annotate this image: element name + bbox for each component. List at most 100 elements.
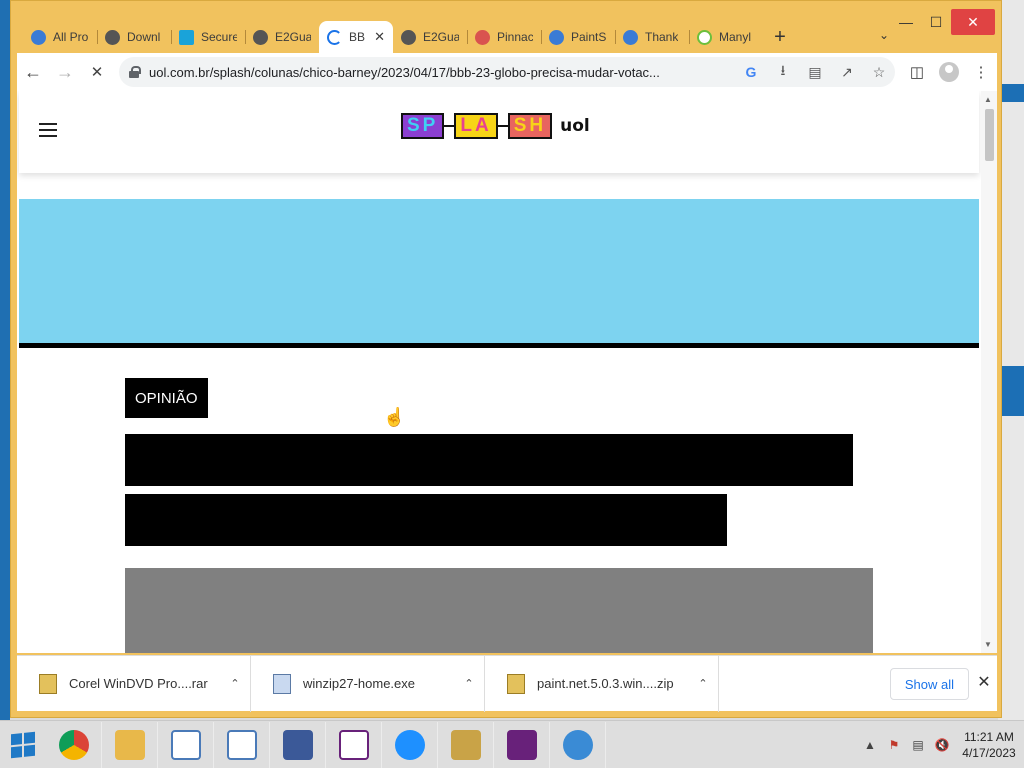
new-tab-button[interactable]: + — [763, 21, 797, 53]
tab[interactable]: Thank — [615, 21, 689, 53]
logo-letters: SP — [401, 113, 445, 139]
chevron-up-icon[interactable]: ⌃ — [220, 677, 250, 690]
hamburger-menu-icon[interactable] — [39, 123, 57, 141]
tab-title: E2Guar — [423, 30, 459, 44]
clock[interactable]: 11:21 AM 4/17/2023 — [954, 729, 1024, 761]
chevron-up-icon[interactable]: ⌃ — [688, 677, 718, 690]
archive-file-icon — [507, 673, 525, 694]
divider — [19, 343, 979, 348]
archive-app-icon — [450, 729, 481, 760]
tab[interactable]: Manyl — [689, 21, 763, 53]
tab-search-chevron-icon[interactable]: ⌄ — [879, 28, 889, 42]
article-image-placeholder — [125, 568, 873, 653]
forward-icon[interactable]: → — [49, 56, 81, 88]
bookmark-star-icon[interactable]: ☆ — [863, 64, 895, 81]
logo-letters: SH — [507, 113, 553, 139]
download-item[interactable]: winzip27-home.exe ⌃ — [251, 655, 485, 712]
close-icon[interactable]: ✕ — [973, 672, 995, 692]
tab-title: Manyl — [719, 30, 752, 44]
share-icon[interactable]: ↗ — [831, 64, 863, 81]
taskbar-app-vs-installer[interactable] — [326, 721, 382, 768]
lock-icon[interactable] — [129, 66, 141, 78]
taskbar-app-file-explorer[interactable] — [102, 721, 158, 768]
taskbar-app-paint-net[interactable] — [550, 721, 606, 768]
address-bar[interactable]: uol.com.br/splash/colunas/chico-barney/2… — [119, 57, 895, 87]
circle-check-icon — [697, 29, 712, 45]
browser-toolbar: ← → ✕ uol.com.br/splash/colunas/chico-ba… — [17, 53, 997, 91]
url-text[interactable]: uol.com.br/splash/colunas/chico-barney/2… — [149, 65, 735, 80]
paint-icon — [549, 29, 564, 45]
desktop-edge-left — [0, 0, 10, 720]
pinnacle-icon — [475, 29, 490, 45]
scroll-thumb[interactable] — [985, 109, 994, 161]
paint-net-icon — [562, 729, 593, 760]
volume-muted-icon[interactable]: 🔇 — [930, 738, 954, 752]
category-badge[interactable]: OPINIÃO — [125, 378, 208, 418]
globe-icon — [105, 29, 120, 45]
internet-explorer-icon — [394, 729, 425, 760]
stop-loading-icon[interactable]: ✕ — [81, 56, 113, 88]
page-scrollbar[interactable]: ▲ ▼ — [981, 91, 997, 653]
tab[interactable]: E2Guar — [393, 21, 467, 53]
download-item[interactable]: Corel WinDVD Pro....rar ⌃ — [17, 655, 251, 712]
scroll-down-icon[interactable]: ▼ — [984, 640, 992, 649]
tab[interactable]: Downl — [97, 21, 171, 53]
taskbar-app-chrome[interactable] — [46, 721, 102, 768]
taskbar-app-archive[interactable] — [438, 721, 494, 768]
paint-brush-icon — [282, 729, 313, 760]
paint-icon — [623, 29, 638, 45]
app-window-icon — [226, 729, 257, 760]
chrome-ext-icon — [31, 29, 46, 45]
tab[interactable]: All Pro — [23, 21, 97, 53]
headline-redacted-line — [125, 494, 727, 546]
exe-file-icon — [273, 673, 291, 694]
taskbar-app-window[interactable] — [158, 721, 214, 768]
side-panel-icon[interactable]: ◫ — [901, 56, 933, 88]
chevron-up-icon[interactable]: ⌃ — [454, 677, 484, 690]
splash-uol-logo[interactable]: SP LA SH uol — [401, 113, 590, 139]
minimize-icon[interactable]: — — [891, 9, 921, 35]
window-controls: — ☐ ✕ — [891, 9, 995, 35]
archive-file-icon — [39, 673, 57, 694]
download-filename: paint.net.5.0.3.win....zip — [537, 676, 674, 691]
folder-icon — [114, 729, 145, 760]
tab[interactable]: Pinnac — [467, 21, 541, 53]
visual-studio-installer-icon — [338, 729, 369, 760]
app-window-icon — [170, 729, 201, 760]
tab[interactable]: Secure — [171, 21, 245, 53]
page-viewport: SP LA SH uol OPINIÃO ▲ ▼ ☝ — [17, 91, 997, 653]
ad-banner[interactable] — [19, 199, 979, 343]
maximize-icon[interactable]: ☐ — [921, 9, 951, 35]
close-window-icon[interactable]: ✕ — [951, 9, 995, 35]
download-item[interactable]: paint.net.5.0.3.win....zip ⌃ — [485, 655, 719, 712]
taskbar-app-window-2[interactable] — [214, 721, 270, 768]
headline-redacted-line — [125, 434, 853, 486]
chevron-up-icon[interactable]: ▲ — [858, 738, 882, 752]
download-filename: Corel WinDVD Pro....rar — [69, 676, 208, 691]
action-center-flag-icon[interactable]: ⚑ — [882, 738, 906, 752]
taskbar-app-internet-explorer[interactable] — [382, 721, 438, 768]
profile-avatar[interactable] — [933, 56, 965, 88]
download-filename: winzip27-home.exe — [303, 676, 416, 691]
install-app-icon[interactable]: ⭳ — [767, 60, 799, 84]
taskbar-app-visual-studio[interactable] — [494, 721, 550, 768]
network-icon[interactable]: ▤ — [906, 738, 930, 752]
tab-title: PaintS — [571, 30, 607, 44]
windows-logo-icon — [11, 731, 35, 758]
tab-title: E2Guar — [275, 30, 311, 44]
tab[interactable]: PaintS — [541, 21, 615, 53]
taskbar-app-paint[interactable] — [270, 721, 326, 768]
tab[interactable]: E2Guar — [245, 21, 319, 53]
taskbar: ▲ ⚑ ▤ 🔇 11:21 AM 4/17/2023 — [0, 720, 1024, 768]
tab-active[interactable]: BB ✕ — [319, 21, 393, 53]
loading-spinner-icon — [327, 29, 342, 45]
close-tab-icon[interactable]: ✕ — [374, 29, 385, 45]
scroll-up-icon[interactable]: ▲ — [984, 95, 992, 104]
back-icon[interactable]: ← — [17, 56, 49, 88]
start-button[interactable] — [0, 721, 46, 768]
globe-icon — [253, 29, 268, 45]
menu-kebab-icon[interactable]: ⋮ — [965, 56, 997, 88]
translate-icon[interactable]: ▤ — [799, 64, 831, 81]
google-icon[interactable]: G — [735, 64, 767, 80]
show-all-button[interactable]: Show all — [889, 668, 969, 700]
